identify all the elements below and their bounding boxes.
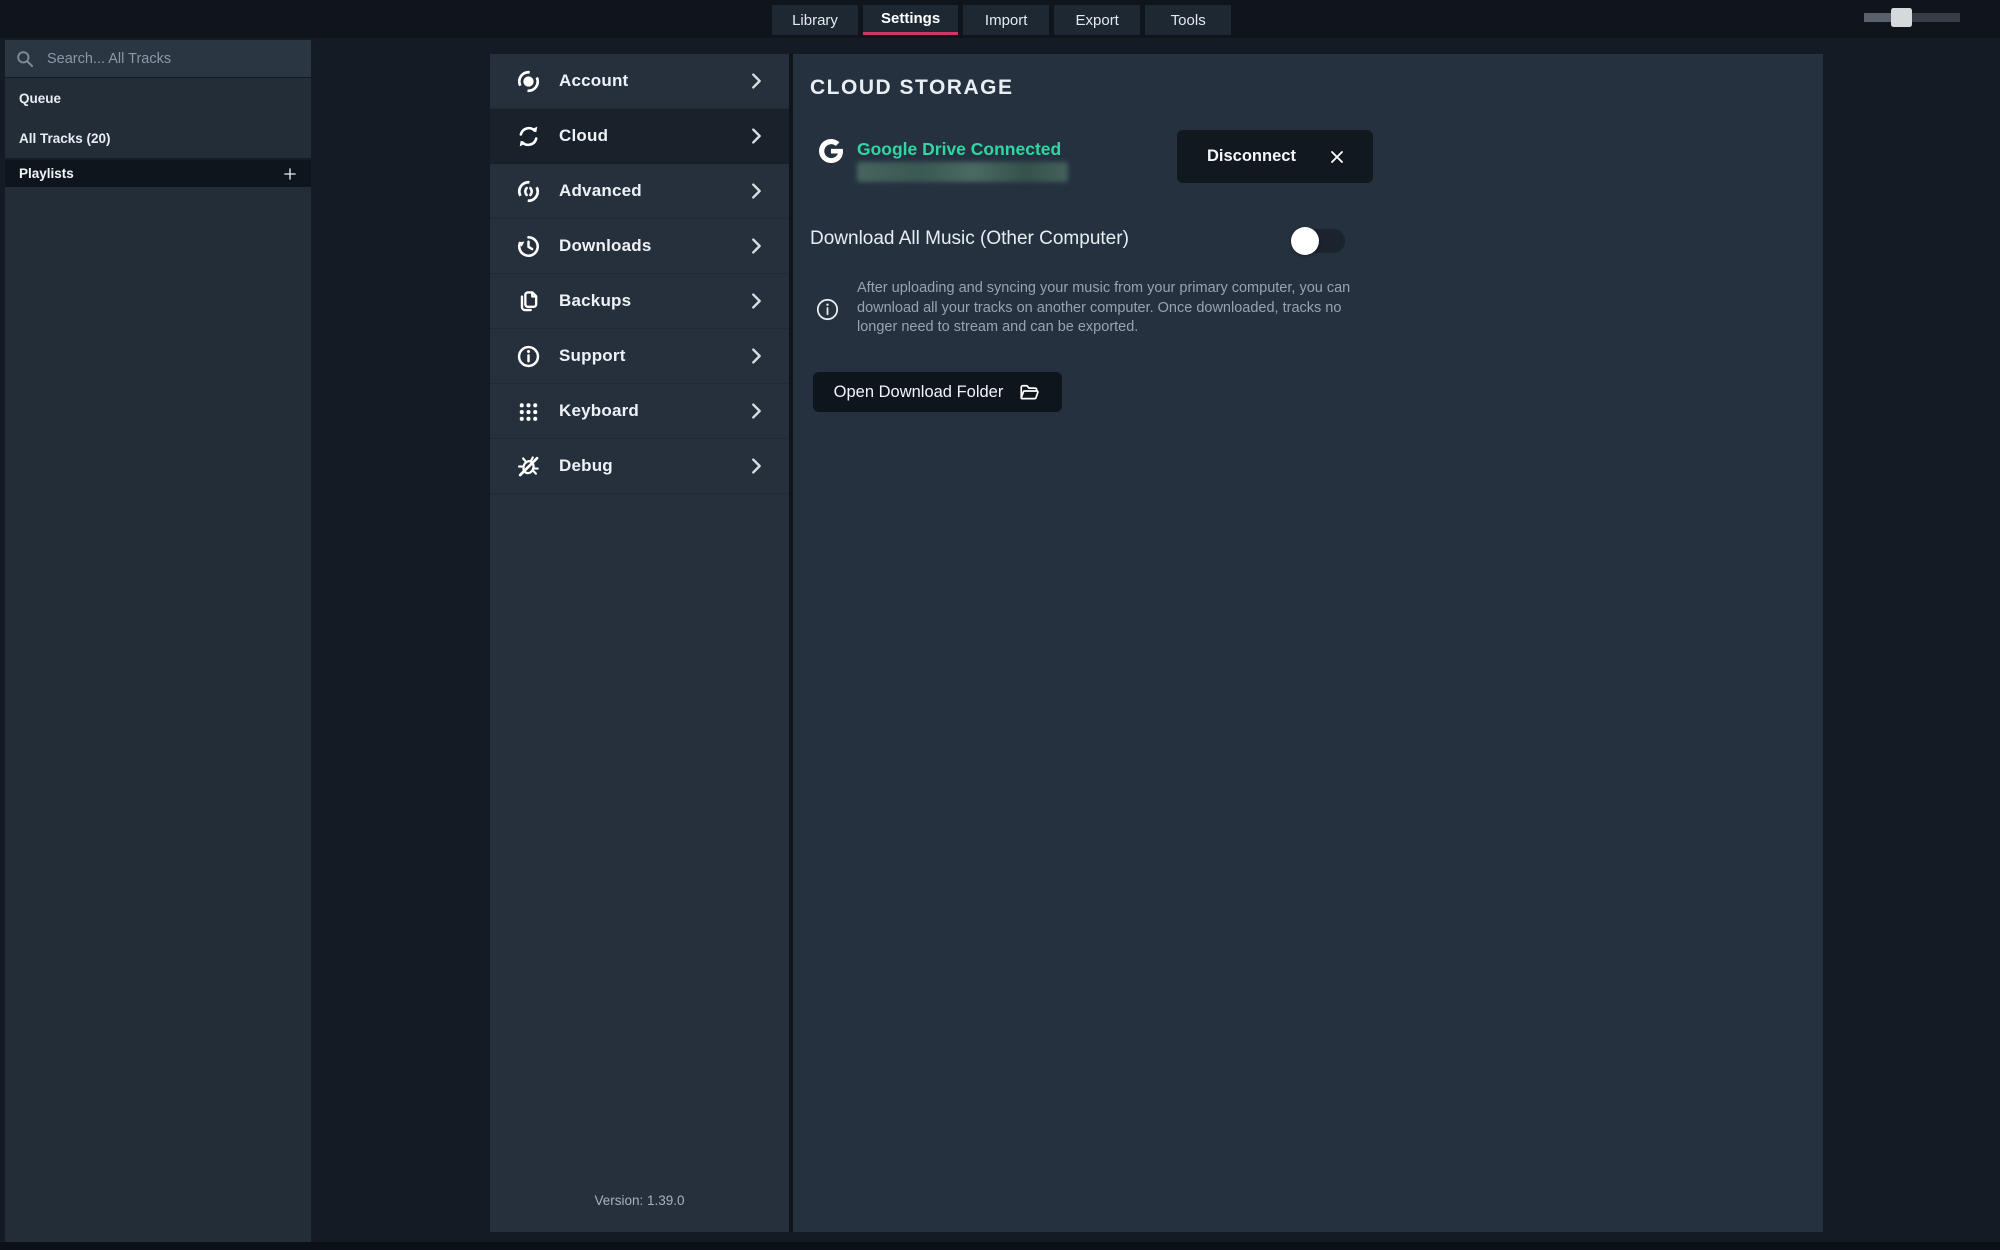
- dots-grid-icon: [515, 398, 542, 425]
- main-tabs: Library Settings Import Export Tools: [772, 5, 1231, 35]
- zoom-slider-fill: [1864, 13, 1894, 22]
- bug-disabled-icon: [515, 453, 542, 480]
- cloud-storage-page: CLOUD STORAGE Google Drive Connected Dis…: [793, 54, 1823, 1232]
- open-download-folder-button[interactable]: Open Download Folder: [813, 372, 1062, 412]
- settings-menu-item-advanced[interactable]: Advanced: [490, 164, 789, 219]
- top-bar: Library Settings Import Export Tools: [0, 0, 2000, 38]
- tab-export[interactable]: Export: [1054, 5, 1140, 35]
- copy-documents-icon: [515, 288, 542, 315]
- page-title: CLOUD STORAGE: [810, 76, 1013, 100]
- chevron-right-icon: [745, 70, 767, 92]
- chevron-right-icon: [745, 345, 767, 367]
- bottom-strip: [0, 1242, 2000, 1250]
- chevron-right-icon: [745, 400, 767, 422]
- settings-menu: Account Cloud Advanced: [490, 54, 789, 1232]
- settings-menu-item-support[interactable]: Support: [490, 329, 789, 384]
- menu-item-label: Cloud: [559, 126, 728, 146]
- tab-tools[interactable]: Tools: [1145, 5, 1231, 35]
- menu-item-label: Backups: [559, 291, 728, 311]
- settings-menu-item-backups[interactable]: Backups: [490, 274, 789, 329]
- menu-item-label: Account: [559, 71, 728, 91]
- tab-library[interactable]: Library: [772, 5, 858, 35]
- menu-item-label: Advanced: [559, 181, 728, 201]
- tab-settings[interactable]: Settings: [863, 5, 958, 35]
- connection-status: Google Drive Connected: [857, 139, 1061, 160]
- menu-item-label: Downloads: [559, 236, 728, 256]
- download-all-music-label: Download All Music (Other Computer): [810, 228, 1129, 250]
- menu-item-label: Keyboard: [559, 401, 728, 421]
- menu-item-label: Debug: [559, 456, 728, 476]
- search-box[interactable]: [5, 40, 311, 78]
- info-circle-icon: [515, 343, 542, 370]
- chevron-right-icon: [745, 180, 767, 202]
- info-icon: [815, 297, 840, 322]
- chevron-right-icon: [745, 455, 767, 477]
- chevron-right-icon: [745, 235, 767, 257]
- open-download-folder-label: Open Download Folder: [834, 383, 1004, 402]
- history-clock-icon: [515, 233, 542, 260]
- chevron-right-icon: [745, 290, 767, 312]
- disconnect-label: Disconnect: [1207, 147, 1296, 166]
- account-email-redacted: [857, 162, 1068, 182]
- zoom-slider[interactable]: [1864, 13, 1960, 22]
- disconnect-button[interactable]: Disconnect: [1177, 130, 1373, 183]
- settings-menu-item-debug[interactable]: Debug: [490, 439, 789, 494]
- close-icon: [1327, 147, 1347, 167]
- sidebar-item-playlists[interactable]: Playlists: [5, 160, 311, 187]
- app-version: Version: 1.39.0: [490, 1193, 789, 1208]
- sidebar-item-all-tracks[interactable]: All Tracks (20): [5, 118, 311, 158]
- cloud-sync-icon: [515, 123, 542, 150]
- settings-menu-item-downloads[interactable]: Downloads: [490, 219, 789, 274]
- download-all-music-toggle[interactable]: [1293, 229, 1345, 253]
- search-icon: [15, 49, 35, 69]
- download-info-text: After uploading and syncing your music f…: [857, 279, 1362, 338]
- account-disc-icon: [515, 68, 542, 95]
- playlists-label: Playlists: [19, 166, 74, 181]
- advanced-dial-icon: [515, 178, 542, 205]
- settings-menu-item-cloud[interactable]: Cloud: [490, 109, 789, 164]
- folder-icon: [1018, 381, 1041, 404]
- sidebar-item-queue[interactable]: Queue: [5, 78, 311, 118]
- menu-item-label: Support: [559, 346, 728, 366]
- settings-menu-item-account[interactable]: Account: [490, 54, 789, 109]
- add-playlist-icon[interactable]: [281, 165, 299, 183]
- search-input[interactable]: [45, 50, 301, 68]
- library-sidebar: Queue All Tracks (20) Playlists: [5, 40, 311, 1243]
- tab-import[interactable]: Import: [963, 5, 1049, 35]
- settings-menu-item-keyboard[interactable]: Keyboard: [490, 384, 789, 439]
- chevron-right-icon: [745, 125, 767, 147]
- zoom-slider-handle[interactable]: [1891, 8, 1912, 27]
- toggle-knob: [1291, 227, 1319, 255]
- google-logo-icon: [816, 136, 846, 166]
